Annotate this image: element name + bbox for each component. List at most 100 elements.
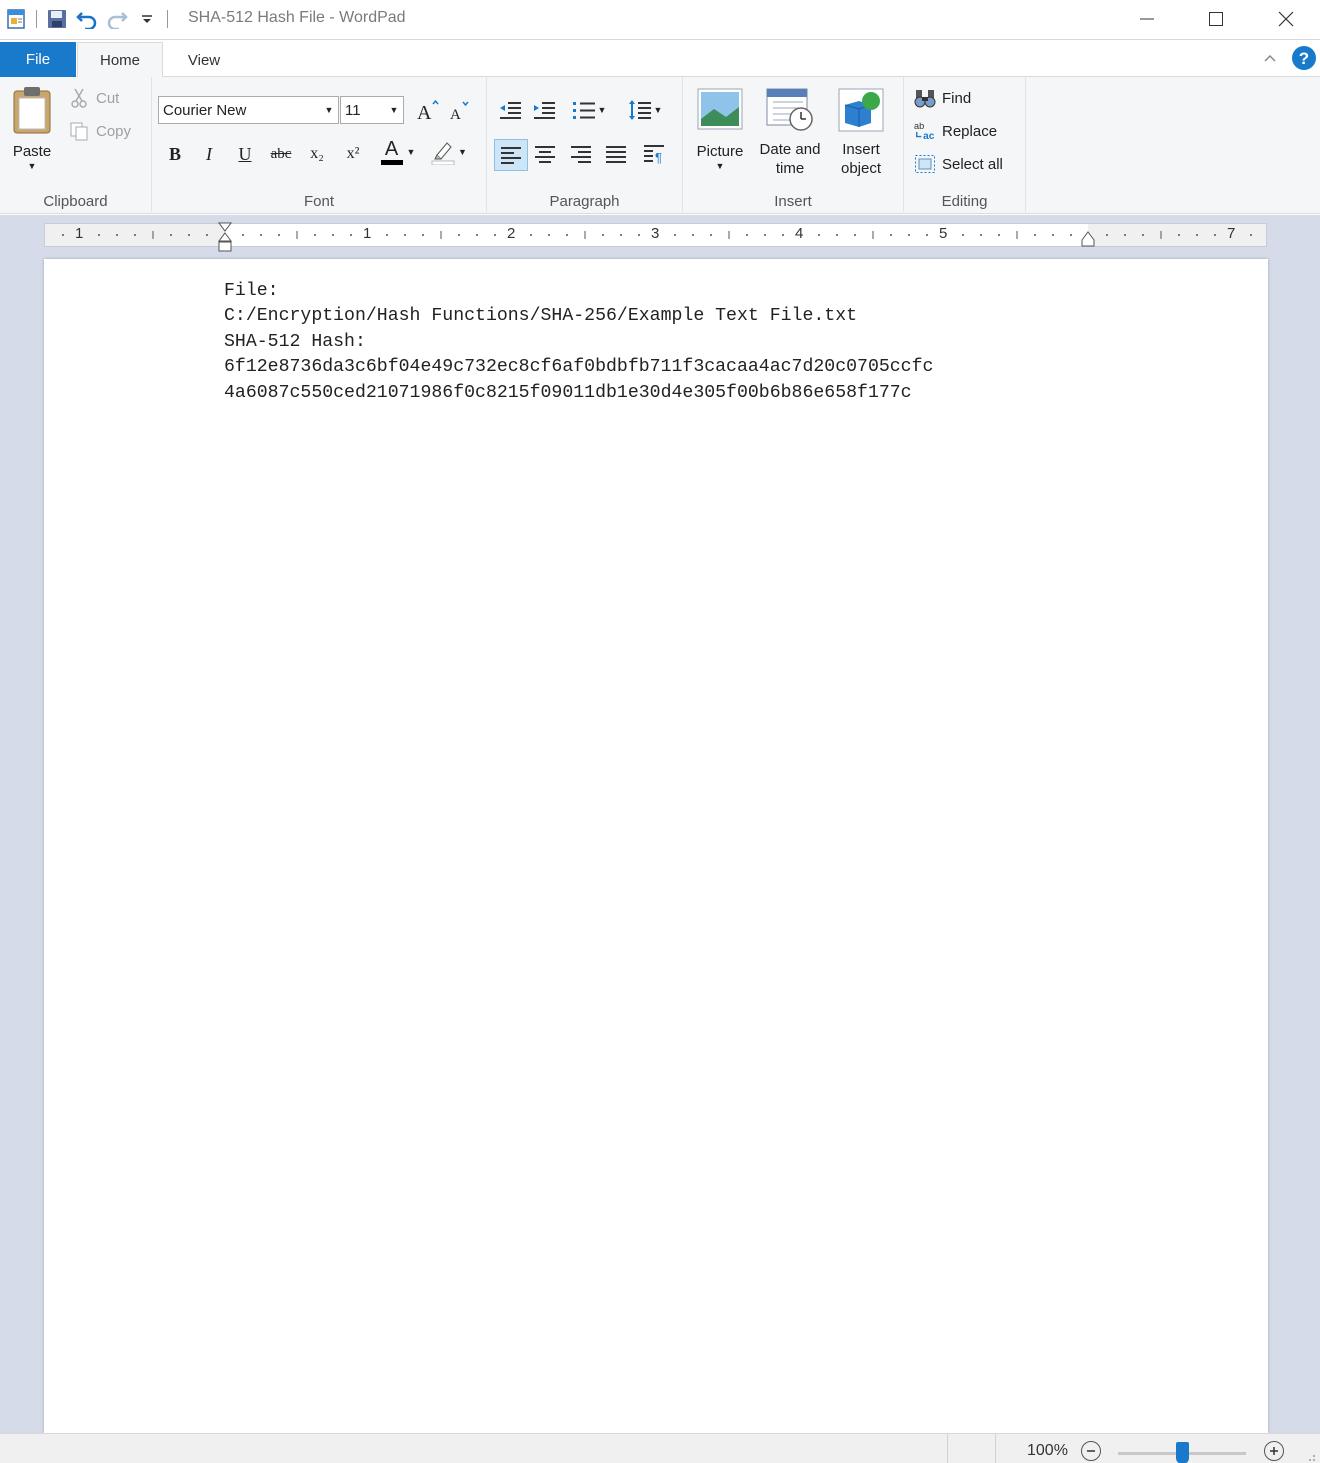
line-spacing-button[interactable]: ▼ [623,95,667,125]
underline-button[interactable]: U [230,139,260,169]
justify-button[interactable] [601,139,631,169]
right-indent-marker-icon[interactable] [1080,230,1096,248]
minimize-ribbon-icon[interactable] [1257,45,1283,71]
ruler-dot [98,234,100,236]
strikethrough-button[interactable]: abc [266,139,296,169]
bullets-button[interactable]: ▼ [567,95,611,125]
minimize-button[interactable] [1112,0,1182,38]
paste-button[interactable]: Paste ▼ [4,85,60,171]
zoom-in-button[interactable] [1264,1441,1284,1461]
resize-grip-icon[interactable] [1306,1452,1316,1462]
shrink-font-button[interactable]: A [444,95,474,125]
indent-marker-icon[interactable] [217,222,233,254]
decrease-indent-button[interactable] [495,95,525,125]
redo-icon[interactable] [105,7,129,31]
align-center-button[interactable] [530,139,560,169]
ruler-number: 1 [363,225,372,242]
ruler-dot [62,234,64,236]
ruler-dot [494,234,496,236]
italic-button[interactable]: I [194,139,224,169]
save-icon[interactable] [45,7,69,31]
date-time-button[interactable]: Date and time [753,87,827,178]
ruler-dot [530,234,532,236]
ruler-dot [350,234,352,236]
ruler-dot [764,234,766,236]
ruler-dot [1106,234,1108,236]
help-icon[interactable]: ? [1291,45,1317,71]
font-group-label: Font [303,193,334,210]
replace-icon: ab ac [914,120,936,142]
chevron-down-icon: ▼ [324,105,334,115]
ruler-dot [1196,234,1198,236]
tab-view[interactable]: View [168,42,240,78]
binoculars-icon [914,87,936,109]
ruler-dot [980,234,982,236]
maximize-icon [1209,12,1223,26]
ribbon-tabs: File Home View ? [0,41,1320,78]
increase-indent-icon [534,102,555,119]
justify-icon [606,146,626,163]
align-right-button[interactable] [566,139,596,169]
chevron-down-icon: ▼ [653,105,663,115]
wordpad-icon[interactable] [4,7,28,31]
document-page[interactable]: File: C:/Encryption/Hash Functions/SHA-2… [44,259,1268,1433]
superscript-button[interactable]: x² [338,139,368,169]
document-line[interactable]: 6f12e8736da3c6bf04e49c732ec8cf6af0bdbfb7… [224,357,933,377]
undo-icon[interactable] [75,7,99,31]
document-line[interactable]: File: [224,281,279,301]
document-workspace: 1 1 2 3 4 5 7 File: C:/Encryption/Hash F… [0,215,1320,1433]
ruler-dot [404,234,406,236]
maximize-button[interactable] [1181,0,1251,38]
paste-icon [13,87,51,134]
insert-group: Picture ▼ Date and time Insert object In… [683,77,904,212]
highlight-color-button[interactable]: ▼ [426,137,472,167]
grow-font-icon: A [417,99,439,122]
svg-text:?: ? [1299,49,1309,68]
select-all-icon [914,153,936,175]
ruler-dot [818,234,820,236]
align-left-icon [501,147,521,164]
clipboard-group-label: Clipboard [43,193,108,210]
tab-home[interactable]: Home [77,42,163,78]
tab-file[interactable]: File [0,42,76,77]
horizontal-ruler[interactable]: 1 1 2 3 4 5 7 [44,222,1267,252]
ruler-dot [458,234,460,236]
text-color-swatch [380,160,403,165]
copy-button[interactable]: Copy [68,120,131,142]
picture-button[interactable]: Picture ▼ [689,87,751,171]
text-color-button[interactable]: A ▼ [376,137,420,167]
ruler-dot [746,234,748,236]
font-family-select[interactable]: Courier New ▼ [158,96,339,124]
document-line[interactable]: C:/Encryption/Hash Functions/SHA-256/Exa… [224,306,857,326]
ruler-dot [1052,234,1054,236]
bold-button[interactable]: B [160,139,190,169]
find-button[interactable]: Find [914,87,971,109]
paragraph-settings-button[interactable]: ¶ [639,139,669,169]
replace-button[interactable]: ab ac Replace [914,120,997,142]
svg-text:A: A [417,102,432,122]
insert-object-icon [838,88,884,132]
ruler-number: 5 [939,225,948,242]
bullet-list-icon [572,102,595,119]
align-left-button[interactable] [494,139,528,171]
subscript-button[interactable]: x₂ [302,139,332,169]
select-all-button[interactable]: Select all [914,153,1003,175]
zoom-slider-thumb[interactable] [1176,1442,1189,1463]
insert-object-button[interactable]: Insert object [829,87,893,178]
window-title: SHA-512 Hash File - WordPad [188,9,406,26]
document-line[interactable]: SHA-512 Hash: [224,332,366,352]
highlighter-icon [431,142,455,165]
customize-qat-icon[interactable] [135,7,159,31]
increase-indent-button[interactable] [529,95,559,125]
font-size-select[interactable]: 11 ▼ [340,96,404,124]
cut-button[interactable]: Cut [68,87,119,109]
zoom-out-button[interactable] [1081,1441,1101,1461]
document-line[interactable]: 4a6087c550ced21071986f0c8215f09011db1e30… [224,383,912,403]
close-button[interactable] [1251,0,1320,38]
grow-font-button[interactable]: A [412,95,442,125]
ruler-dot [548,234,550,236]
ruler-dot [476,234,478,236]
shrink-font-icon: A [450,101,469,122]
ribbon-right-controls: ? [1257,45,1320,71]
chevron-down-icon: ▼ [406,147,416,157]
